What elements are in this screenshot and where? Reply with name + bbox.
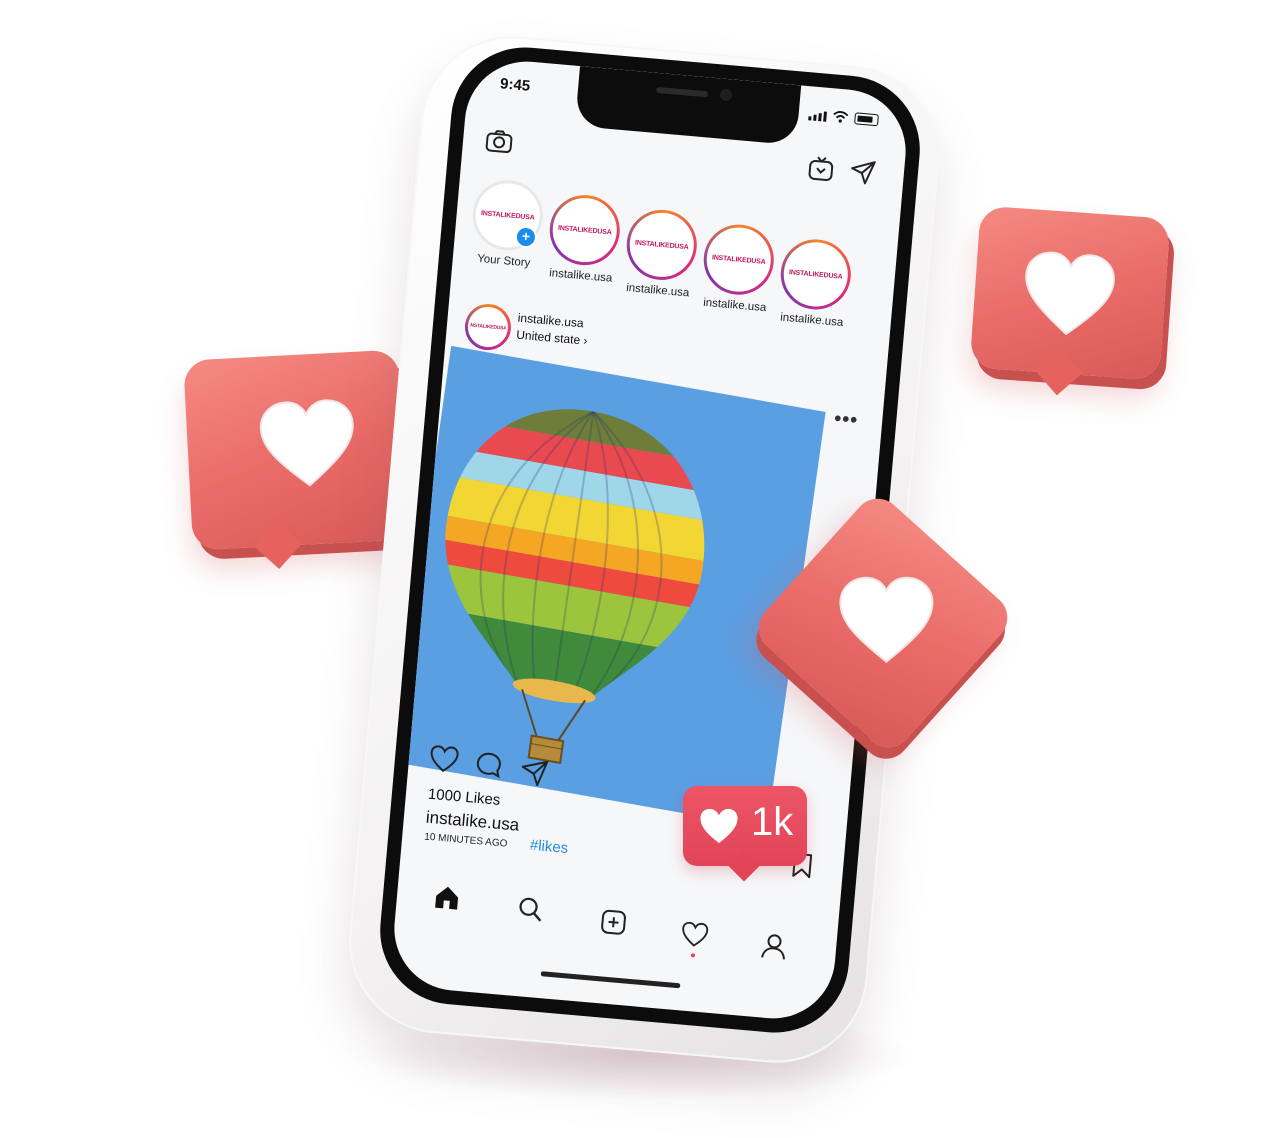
camera-icon[interactable] xyxy=(484,128,514,154)
send-icon[interactable] xyxy=(849,158,877,186)
caption-username[interactable]: instalike.usa xyxy=(425,808,520,836)
post-username[interactable]: instalike.usa xyxy=(517,311,584,331)
front-camera xyxy=(719,88,733,102)
heart-icon xyxy=(839,576,934,663)
story-item[interactable]: INSTALIKEDUSA instalike.usa xyxy=(697,221,778,315)
search-icon[interactable] xyxy=(515,894,545,924)
more-options-icon[interactable]: ••• xyxy=(833,408,859,433)
story-label: instalike.usa xyxy=(702,296,767,315)
like-count: 1k xyxy=(751,800,794,844)
story-ring: INSTALIKEDUSA xyxy=(546,192,623,269)
story-ring: INSTALIKEDUSA xyxy=(777,236,854,313)
signal-icon xyxy=(808,110,827,122)
like-notification-badge: 1k xyxy=(683,786,807,866)
story-item[interactable]: INSTALIKEDUSA instalike.usa xyxy=(620,206,701,300)
post-location[interactable]: United state › xyxy=(516,328,588,348)
chevron-right-icon: › xyxy=(582,333,589,348)
story-item[interactable]: INSTALIKEDUSA instalike.usa xyxy=(774,236,855,329)
battery-icon xyxy=(854,112,879,127)
avatar: INSTALIKEDUSA xyxy=(781,239,851,310)
post-timestamp: 10 MINUTES AGO xyxy=(423,831,508,850)
post-avatar[interactable]: INSTALIKEDUSA xyxy=(463,302,513,352)
bottom-nav xyxy=(393,853,841,981)
hashtag-link[interactable]: #likes xyxy=(529,837,569,857)
story-ring: INSTALIKEDUSA xyxy=(463,302,513,352)
story-item[interactable]: INSTALIKEDUSA instalike.usa xyxy=(543,192,624,285)
story-label: instalike.usa xyxy=(548,267,613,285)
comment-icon[interactable] xyxy=(474,750,504,780)
phone-mockup: 9:45 INSTALIKEDUSA + Your Story INSTALIK… xyxy=(0,0,1280,1138)
igtv-icon[interactable] xyxy=(807,154,835,182)
status-icons xyxy=(808,108,879,127)
avatar: INSTALIKEDUSA xyxy=(704,225,774,295)
home-icon[interactable] xyxy=(432,883,462,913)
story-ring: INSTALIKEDUSA xyxy=(623,206,700,283)
avatar: INSTALIKEDUSA xyxy=(466,305,510,349)
story-ring: INSTALIKEDUSA xyxy=(700,221,777,298)
avatar: INSTALIKEDUSA xyxy=(627,210,697,280)
share-icon[interactable] xyxy=(519,758,549,788)
location-text: United state xyxy=(515,327,581,348)
status-time: 9:45 xyxy=(499,75,531,95)
heart-icon xyxy=(700,808,738,844)
add-post-icon[interactable] xyxy=(598,907,628,937)
wifi-icon xyxy=(833,111,849,123)
speaker xyxy=(655,86,709,98)
avatar: INSTALIKEDUSA xyxy=(550,195,620,265)
story-label: instalike.usa xyxy=(625,281,690,300)
story-label: instalike.usa xyxy=(779,311,844,329)
profile-icon[interactable] xyxy=(759,931,789,961)
heart-icon[interactable] xyxy=(428,744,460,775)
story-label: Your Story xyxy=(476,252,531,270)
home-indicator xyxy=(540,971,681,989)
active-indicator xyxy=(690,953,696,958)
story-your-story[interactable]: INSTALIKEDUSA + Your Story xyxy=(466,177,547,270)
likes-count[interactable]: 1000 Likes xyxy=(427,786,501,809)
activity-heart-icon[interactable] xyxy=(680,920,710,948)
